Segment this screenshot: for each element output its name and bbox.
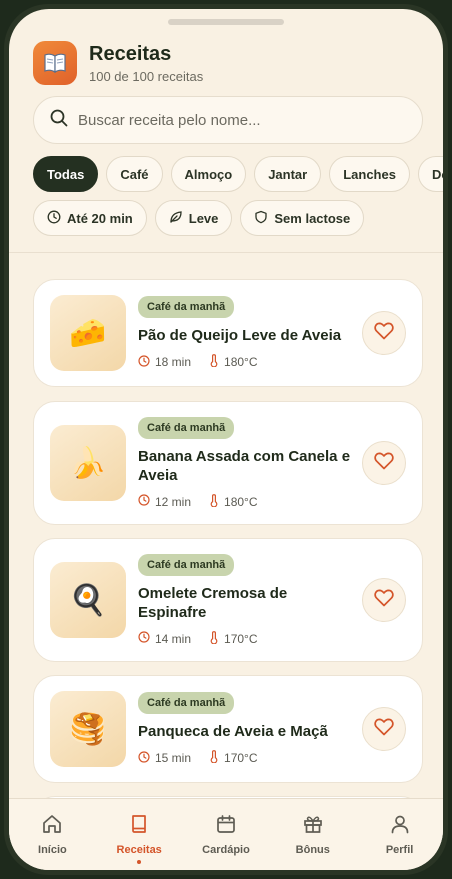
recipe-count: 100 de 100 receitas xyxy=(89,68,204,84)
chip-lanches[interactable]: Lanches xyxy=(329,156,410,192)
recipe-thumbnail: 🍳 xyxy=(50,562,126,638)
recipe-thumbnail: 🧀 xyxy=(50,295,126,371)
clock-icon xyxy=(138,750,150,766)
clock-icon xyxy=(47,210,61,227)
category-badge: Café da manhã xyxy=(138,692,235,714)
prep-time: 12 min xyxy=(155,494,192,509)
filter-label: Até 20 min xyxy=(67,210,133,226)
book-icon xyxy=(33,41,77,85)
recipe-title: Panqueca de Aveia e Maçã xyxy=(138,723,328,740)
thermometer-icon xyxy=(209,493,219,510)
nav-inicio[interactable]: Início xyxy=(17,813,87,856)
chip-label: Almoço xyxy=(184,166,233,182)
chip-label: Café xyxy=(120,166,149,182)
recipe-card[interactable]: 🥞 Café da manhã Panqueca de Aveia e Maçã… xyxy=(33,675,423,783)
nav-label: Bônus xyxy=(295,844,330,856)
chip-label: Lanches xyxy=(343,166,396,182)
filter-chips: Até 20 min Leve Sem lactose xyxy=(33,200,365,236)
favorite-button[interactable] xyxy=(362,707,406,751)
recipe-card[interactable]: 🧀 Café da manhã Pão de Queijo Leve de Av… xyxy=(33,279,423,387)
oven-temp: 180°C xyxy=(224,355,258,369)
filter-label: Sem lactose xyxy=(274,210,351,226)
favorite-button[interactable] xyxy=(362,441,406,485)
category-badge: Café da manhã xyxy=(138,296,235,318)
leaf-icon xyxy=(169,210,183,227)
chip-label: Jantar xyxy=(268,166,308,182)
chip-todas[interactable]: Todas xyxy=(33,156,99,192)
search-bar[interactable] xyxy=(33,96,423,144)
thermometer-icon xyxy=(209,354,219,370)
chip-almoco[interactable]: Almoço xyxy=(170,156,247,192)
recipe-title: Omelete Cremosa de Espinafre xyxy=(138,584,288,621)
heart-icon xyxy=(374,322,394,345)
category-badge: Café da manhã xyxy=(138,553,235,576)
book-icon xyxy=(128,813,150,838)
clock-icon xyxy=(138,631,150,646)
nav-bonus[interactable]: Bônus xyxy=(278,813,348,856)
prep-time: 14 min xyxy=(155,631,192,646)
recipe-card[interactable]: 🍳 Café da manhã Omelete Cremosa de Espin… xyxy=(33,538,423,662)
status-notch xyxy=(168,19,284,25)
calendar-icon xyxy=(215,813,237,838)
nav-label: Cardápio xyxy=(202,844,250,856)
filter-label: Leve xyxy=(188,210,219,226)
favorite-button[interactable] xyxy=(362,311,406,355)
user-icon xyxy=(389,813,411,838)
filter-quick[interactable]: Até 20 min xyxy=(33,200,147,236)
shield-icon xyxy=(254,210,268,227)
divider xyxy=(9,252,443,253)
nav-label: Início xyxy=(38,844,67,856)
oven-temp: 170°C xyxy=(224,751,258,765)
recipe-title: Banana Assada com Canela e Aveia xyxy=(138,447,351,484)
filter-lactose-free[interactable]: Sem lactose xyxy=(240,200,365,236)
thermometer-icon xyxy=(209,630,219,647)
filter-light[interactable]: Leve xyxy=(154,200,233,236)
nav-label: Receitas xyxy=(116,844,162,856)
oven-temp: 170°C xyxy=(224,631,258,646)
nav-cardapio[interactable]: Cardápio xyxy=(191,813,261,856)
clock-icon xyxy=(138,494,150,509)
thermometer-icon xyxy=(209,750,219,766)
search-input[interactable] xyxy=(78,111,406,129)
category-chips: Todas Café Almoço Jantar Lanches Doces xyxy=(33,156,443,192)
prep-time: 15 min xyxy=(155,751,192,765)
gift-icon xyxy=(302,813,324,838)
phone-frame: Receitas 100 de 100 receitas Todas Café … xyxy=(4,4,448,875)
home-icon xyxy=(41,813,63,838)
chip-cafe[interactable]: Café xyxy=(106,156,163,192)
page-header: Receitas 100 de 100 receitas xyxy=(33,39,419,87)
recipe-title: Pão de Queijo Leve de Aveia xyxy=(138,327,342,344)
favorite-button[interactable] xyxy=(362,578,406,622)
clock-icon xyxy=(138,354,150,370)
category-badge: Café da manhã xyxy=(138,416,235,439)
page-title: Receitas xyxy=(89,42,172,65)
search-icon xyxy=(50,109,68,132)
nav-perfil[interactable]: Perfil xyxy=(365,813,435,856)
prep-time: 18 min xyxy=(155,355,192,369)
active-indicator xyxy=(137,860,142,864)
chip-doces[interactable]: Doces xyxy=(417,156,443,192)
heart-icon xyxy=(374,589,394,612)
pancakes-icon: 🥞 xyxy=(69,712,107,746)
recipe-card[interactable]: 🍌 Café da manhã Banana Assada com Canela… xyxy=(33,401,423,525)
chip-label: Doces xyxy=(431,166,443,182)
heart-icon xyxy=(374,718,394,741)
bottom-nav: Início Receitas Cardápio Bônus Perfil xyxy=(9,798,443,870)
oven-temp: 180°C xyxy=(224,494,258,509)
banana-icon: 🍌 xyxy=(69,446,107,480)
nav-receitas[interactable]: Receitas xyxy=(104,813,174,864)
chip-jantar[interactable]: Jantar xyxy=(254,156,322,192)
nav-label: Perfil xyxy=(385,844,414,856)
recipe-thumbnail: 🥞 xyxy=(50,691,126,767)
app-screen: Receitas 100 de 100 receitas Todas Café … xyxy=(9,9,443,870)
chip-label: Todas xyxy=(47,166,85,182)
frying-pan-icon: 🍳 xyxy=(69,583,107,617)
recipe-thumbnail: 🍌 xyxy=(50,425,126,501)
heart-icon xyxy=(374,452,394,475)
cheese-icon: 🧀 xyxy=(69,316,107,350)
